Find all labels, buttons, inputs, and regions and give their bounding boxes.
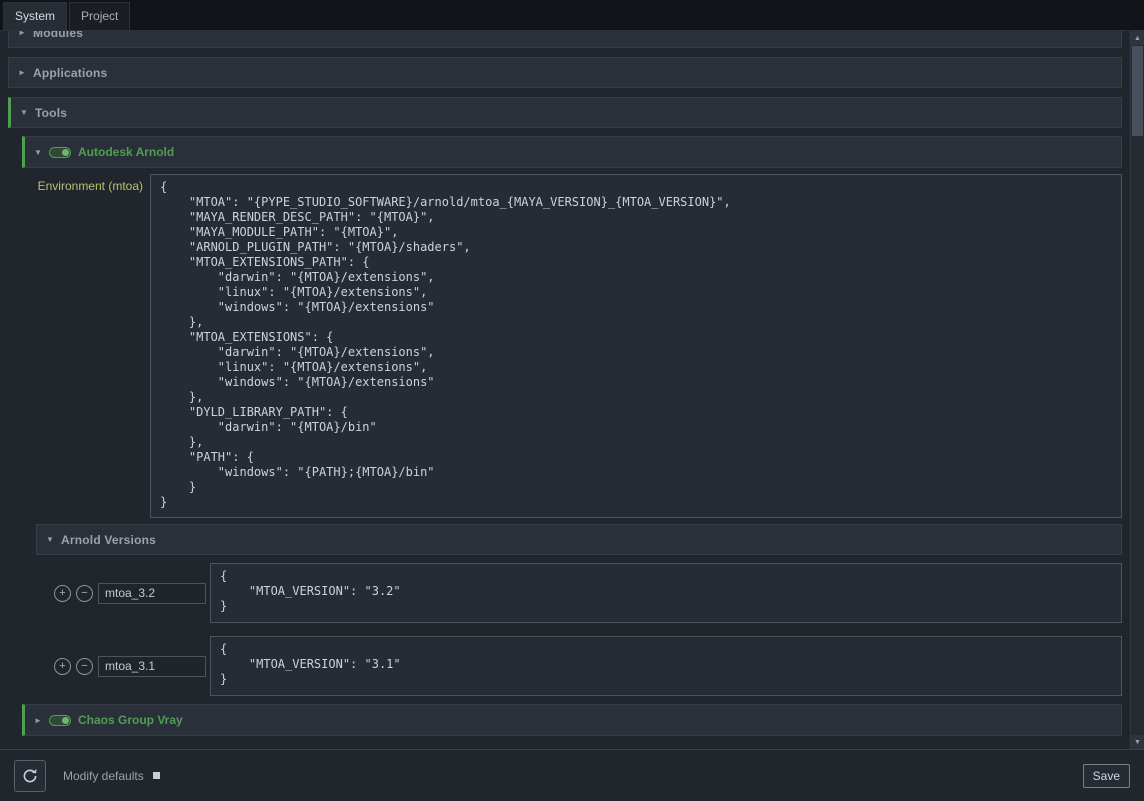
environment-mtoa-label: Environment (mtoa): [22, 174, 150, 518]
arnold-versions-section: ▼ Arnold Versions + − { "MTOA: [36, 524, 1122, 696]
toggle-knob: [62, 717, 69, 724]
tab-system[interactable]: System: [3, 2, 67, 30]
chevron-down-icon: ▼: [34, 148, 49, 157]
refresh-icon: [21, 767, 39, 785]
arnold-enabled-toggle[interactable]: [49, 147, 71, 158]
version-row-controls: + −: [36, 656, 210, 677]
section-modules[interactable]: ► Modules: [8, 31, 1122, 48]
save-button[interactable]: Save: [1083, 764, 1130, 788]
group-autodesk-arnold-label: Autodesk Arnold: [78, 145, 174, 159]
environment-mtoa-textarea[interactable]: { "MTOA": "{PYPE_STUDIO_SOFTWARE}/arnold…: [150, 174, 1122, 518]
version-key-input[interactable]: [98, 583, 206, 604]
scroll-up-icon[interactable]: ▲: [1131, 31, 1144, 45]
remove-version-button[interactable]: −: [76, 585, 93, 602]
toggle-knob: [62, 149, 69, 156]
remove-version-button[interactable]: −: [76, 658, 93, 675]
scroll-down-icon[interactable]: ▼: [1131, 735, 1144, 749]
tab-bar: System Project: [0, 0, 1144, 30]
add-version-button[interactable]: +: [54, 658, 71, 675]
tools-content: ▼ Autodesk Arnold Environment (mtoa) { "…: [22, 136, 1122, 736]
section-arnold-versions[interactable]: ▼ Arnold Versions: [36, 524, 1122, 555]
environment-row: Environment (mtoa) { "MTOA": "{PYPE_STUD…: [22, 174, 1122, 518]
section-tools-label: Tools: [35, 106, 67, 120]
footer-bar: Modify defaults Save: [0, 749, 1144, 801]
tab-project[interactable]: Project: [69, 2, 130, 30]
group-autodesk-arnold[interactable]: ▼ Autodesk Arnold: [22, 136, 1122, 168]
chevron-right-icon: ►: [18, 68, 33, 77]
section-modules-label: Modules: [33, 31, 83, 40]
refresh-button[interactable]: [14, 760, 46, 792]
modify-defaults-indicator[interactable]: [153, 772, 160, 779]
vertical-scrollbar[interactable]: ▲ ▼: [1130, 31, 1144, 749]
vray-enabled-toggle[interactable]: [49, 715, 71, 726]
settings-window: System Project ► Modules ► Applications: [0, 0, 1144, 801]
content-area: ► Modules ► Applications ▼ Tools: [0, 30, 1144, 749]
section-tools[interactable]: ▼ Tools: [8, 97, 1122, 128]
version-key-input[interactable]: [98, 656, 206, 677]
chevron-right-icon: ►: [34, 716, 49, 725]
section-arnold-versions-label: Arnold Versions: [61, 533, 156, 547]
chevron-down-icon: ▼: [46, 535, 61, 544]
version-value-textarea[interactable]: { "MTOA_VERSION": "3.2" }: [210, 563, 1122, 623]
group-chaos-group-vray-label: Chaos Group Vray: [78, 713, 183, 727]
scrollbar-thumb[interactable]: [1132, 46, 1143, 136]
version-row: + − { "MTOA_VERSION": "3.1" }: [36, 636, 1122, 696]
group-chaos-group-vray[interactable]: ► Chaos Group Vray: [22, 704, 1122, 736]
section-applications[interactable]: ► Applications: [8, 57, 1122, 88]
chevron-down-icon: ▼: [20, 108, 35, 117]
scroll-area: ► Modules ► Applications ▼ Tools: [0, 31, 1130, 749]
chevron-right-icon: ►: [18, 31, 33, 37]
add-version-button[interactable]: +: [54, 585, 71, 602]
version-row: + − { "MTOA_VERSION": "3.2" }: [36, 563, 1122, 623]
modify-defaults-label: Modify defaults: [63, 769, 144, 783]
section-applications-label: Applications: [33, 66, 107, 80]
version-value-textarea[interactable]: { "MTOA_VERSION": "3.1" }: [210, 636, 1122, 696]
version-row-controls: + −: [36, 583, 210, 604]
